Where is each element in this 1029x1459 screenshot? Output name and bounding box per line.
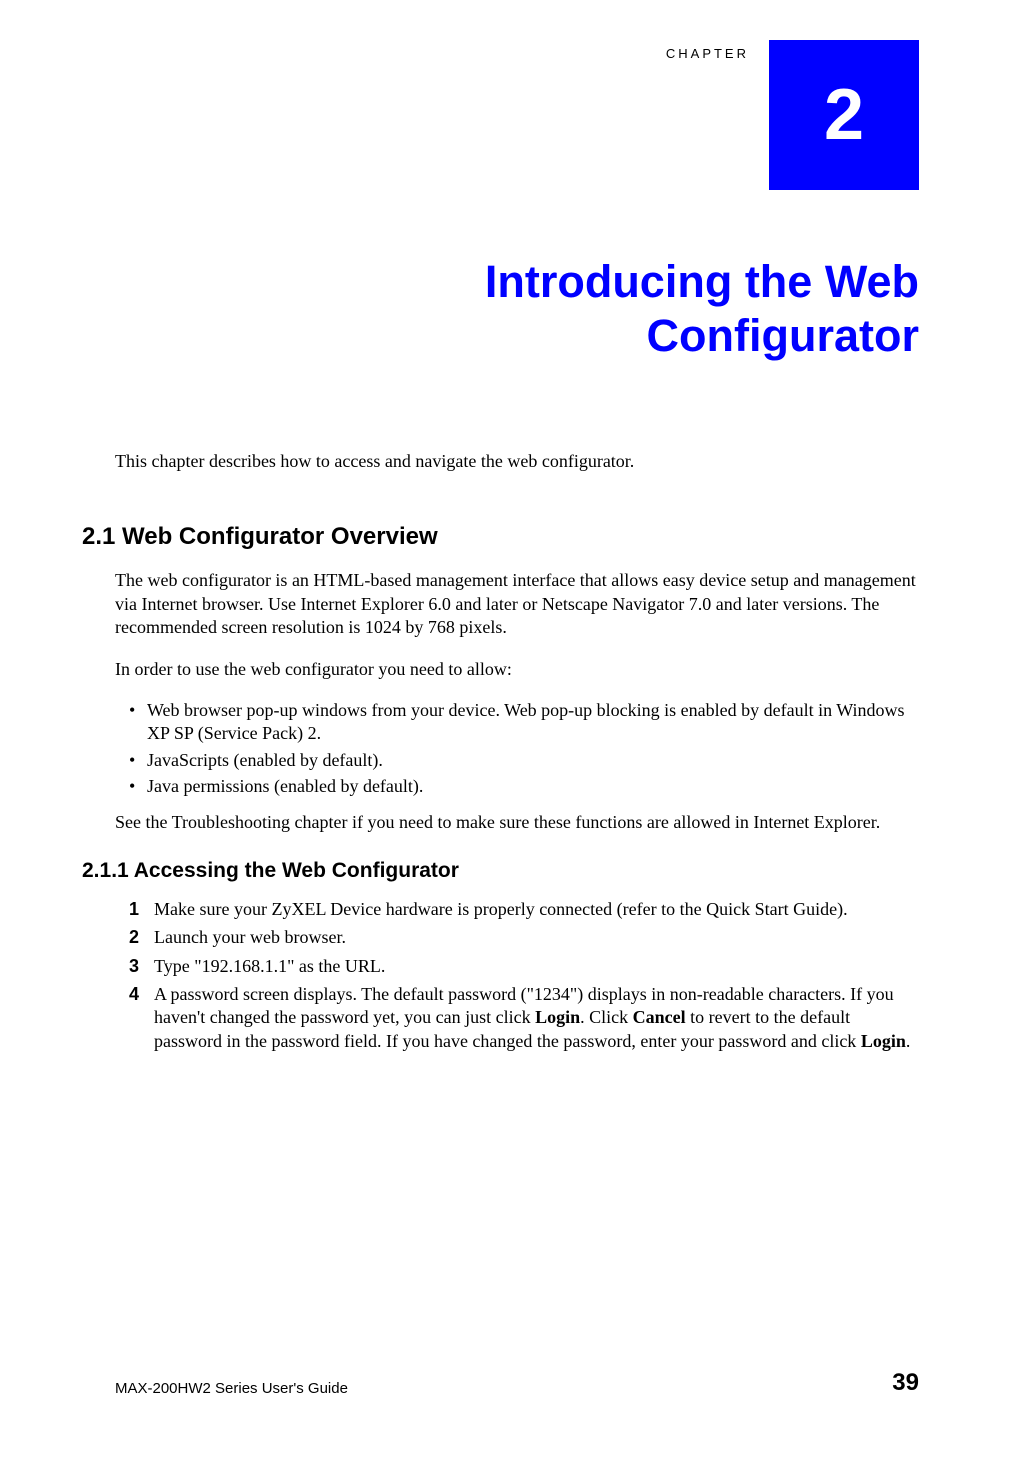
- step-text: Type "192.168.1.1" as the URL.: [154, 955, 919, 978]
- step-text: Make sure your ZyXEL Device hardware is …: [154, 898, 919, 921]
- step-item: 3 Type "192.168.1.1" as the URL.: [129, 955, 919, 978]
- page-content: This chapter describes how to access and…: [115, 450, 919, 1058]
- footer-guide-name: MAX-200HW2 Series User's Guide: [115, 1380, 348, 1397]
- requirements-list: Web browser pop-up windows from your dev…: [129, 699, 919, 799]
- page-footer: MAX-200HW2 Series User's Guide 39: [115, 1369, 919, 1397]
- bullet-item: JavaScripts (enabled by default).: [129, 749, 919, 772]
- section-2-1-para3: See the Troubleshooting chapter if you n…: [115, 811, 919, 834]
- step-item: 1 Make sure your ZyXEL Device hardware i…: [129, 898, 919, 921]
- intro-paragraph: This chapter describes how to access and…: [115, 450, 919, 473]
- bullet-item: Web browser pop-up windows from your dev…: [129, 699, 919, 746]
- step-number: 2: [129, 926, 154, 949]
- cancel-bold: Cancel: [633, 1007, 686, 1027]
- login-bold: Login: [535, 1007, 580, 1027]
- step-number: 1: [129, 898, 154, 921]
- chapter-number-block: 2: [769, 40, 919, 190]
- footer-page-number: 39: [892, 1369, 919, 1397]
- section-2-1-para2: In order to use the web configurator you…: [115, 658, 919, 681]
- step-number: 4: [129, 983, 154, 1053]
- step-text-segment: .: [906, 1031, 911, 1051]
- bullet-item: Java permissions (enabled by default).: [129, 775, 919, 798]
- document-page: CHAPTER 2 Introducing the Web Configurat…: [0, 0, 1029, 1459]
- section-2-1-para1: The web configurator is an HTML-based ma…: [115, 569, 919, 639]
- chapter-title-block: Introducing the Web Configurator: [115, 255, 919, 363]
- chapter-title-line1: Introducing the Web: [115, 255, 919, 309]
- section-2-1-1-heading: 2.1.1 Accessing the Web Configurator: [82, 859, 919, 883]
- chapter-title-line2: Configurator: [115, 309, 919, 363]
- chapter-label: CHAPTER: [666, 46, 749, 61]
- section-2-1-heading: 2.1 Web Configurator Overview: [82, 523, 919, 551]
- chapter-number: 2: [824, 74, 864, 156]
- step-item: 4 A password screen displays. The defaul…: [129, 983, 919, 1053]
- step-item: 2 Launch your web browser.: [129, 926, 919, 949]
- step-text-segment: . Click: [580, 1007, 633, 1027]
- access-steps-list: 1 Make sure your ZyXEL Device hardware i…: [129, 898, 919, 1053]
- step-number: 3: [129, 955, 154, 978]
- step-text: Launch your web browser.: [154, 926, 919, 949]
- step-text: A password screen displays. The default …: [154, 983, 919, 1053]
- login-bold: Login: [861, 1031, 906, 1051]
